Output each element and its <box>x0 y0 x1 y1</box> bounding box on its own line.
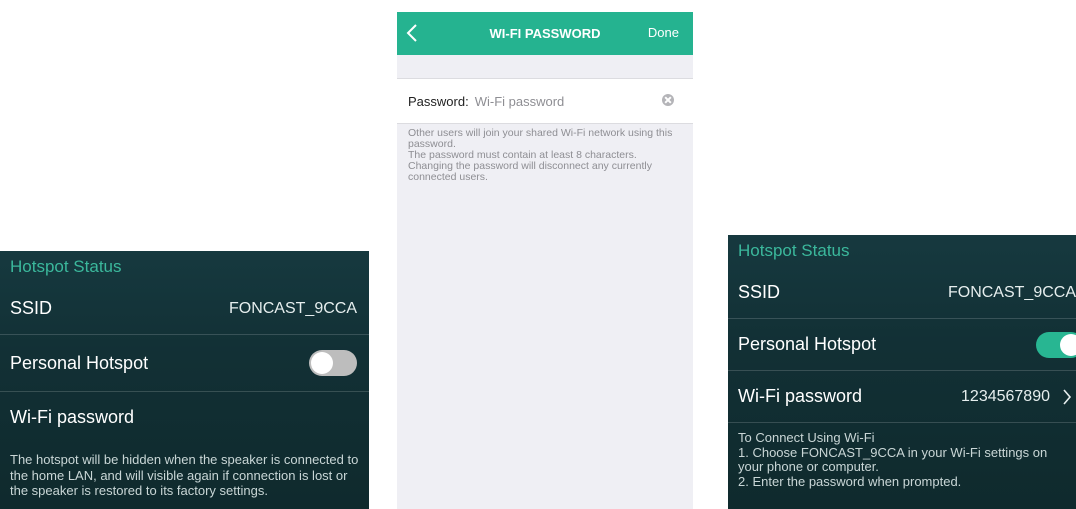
ssid-label: SSID <box>738 282 781 302</box>
connect-instructions: To Connect Using Wi-Fi 1. Choose FONCAST… <box>728 430 1076 489</box>
ssid-label: SSID <box>10 298 53 318</box>
wifi-password-value: 1234567890 <box>961 387 1050 405</box>
personal-hotspot-label: Personal Hotspot <box>738 334 877 354</box>
nav-bar: WI-FI PASSWORD Done <box>397 12 693 55</box>
wifi-password-value-group: 1234567890 <box>961 388 1072 406</box>
personal-hotspot-toggle[interactable] <box>309 350 357 376</box>
connect-line: To Connect Using Wi-Fi <box>738 430 875 445</box>
help-line: Changing the password will disconnect an… <box>408 160 652 183</box>
personal-hotspot-label: Personal Hotspot <box>10 352 149 373</box>
password-input[interactable]: Wi-Fi password <box>475 94 565 109</box>
ssid-value: FONCAST_9CCA <box>228 299 357 317</box>
hotspot-status-heading: Hotspot Status <box>738 241 850 260</box>
chevron-right-icon <box>1063 388 1072 405</box>
right-hotspot-panel: Hotspot Status SSID FONCAST_9CCA Persona… <box>728 235 1076 509</box>
password-row: Password: Wi-Fi password <box>397 78 693 124</box>
wifi-password-label: Wi-Fi password <box>738 386 863 406</box>
done-button[interactable]: Done <box>648 25 679 40</box>
help-line: Other users will join your shared Wi-Fi … <box>408 127 673 150</box>
password-help-text: Other users will join your shared Wi-Fi … <box>408 128 683 183</box>
wifi-password-screen: WI-FI PASSWORD Done Password: Wi-Fi pass… <box>397 12 693 509</box>
wifi-password-row[interactable]: Wi-Fi password 1234567890 <box>728 371 1076 423</box>
wifi-password-label: Wi-Fi password <box>10 406 135 427</box>
password-label: Password: <box>408 93 469 109</box>
personal-hotspot-row: Personal Hotspot <box>728 319 1076 371</box>
hotspot-status-heading: Hotspot Status <box>10 257 122 276</box>
connect-line: 2. Enter the password when prompted. <box>738 473 962 489</box>
personal-hotspot-toggle[interactable] <box>1036 331 1076 358</box>
personal-hotspot-row: Personal Hotspot <box>0 335 369 392</box>
ssid-row: SSID FONCAST_9CCA <box>0 283 369 335</box>
ssid-value: FONCAST_9CCA <box>947 283 1076 301</box>
clear-icon[interactable] <box>662 94 674 106</box>
wifi-password-row[interactable]: Wi-Fi password <box>0 392 369 442</box>
hotspot-hidden-note: The hotspot will be hidden when the spea… <box>10 452 359 498</box>
ssid-row: SSID FONCAST_9CCA <box>728 267 1076 319</box>
connect-line: 1. Choose FONCAST_9CCA in your Wi-Fi set… <box>738 444 1048 474</box>
left-hotspot-panel: Hotspot Status SSID FONCAST_9CCA Persona… <box>0 251 369 509</box>
